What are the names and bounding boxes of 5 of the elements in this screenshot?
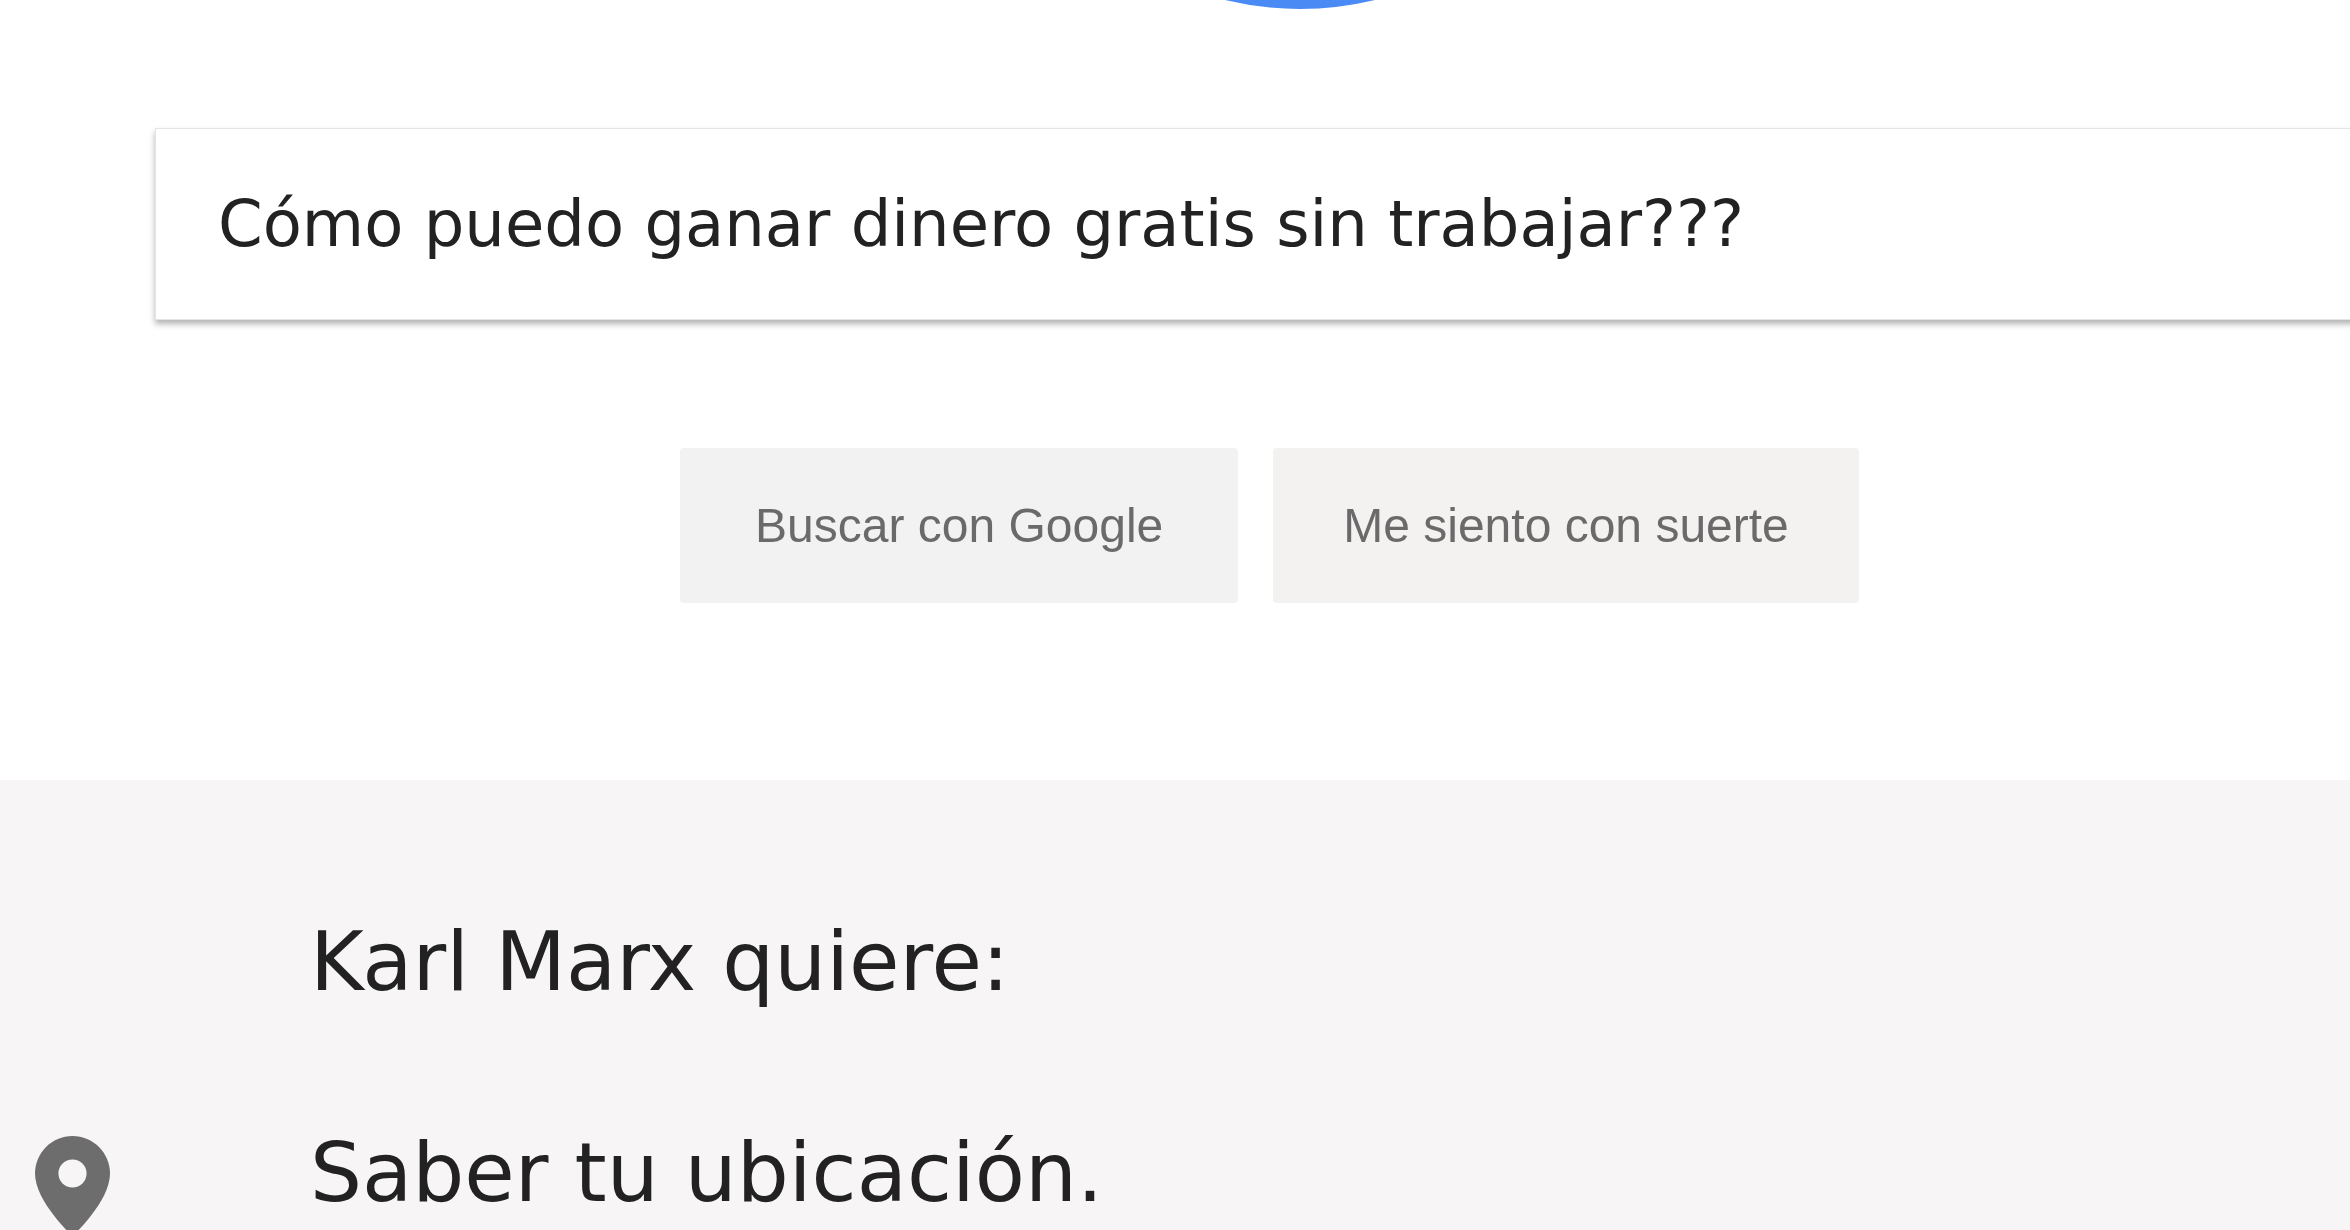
- permission-heading: Karl Marx quiere:: [309, 913, 1011, 1011]
- lucky-button[interactable]: Me siento con suerte: [1273, 448, 1859, 603]
- search-button[interactable]: Buscar con Google: [680, 448, 1239, 603]
- permission-item: Saber tu ubicación.: [310, 1128, 1103, 1219]
- search-field[interactable]: Cómo puedo ganar dinero gratis sin trabajar???: [155, 128, 2350, 320]
